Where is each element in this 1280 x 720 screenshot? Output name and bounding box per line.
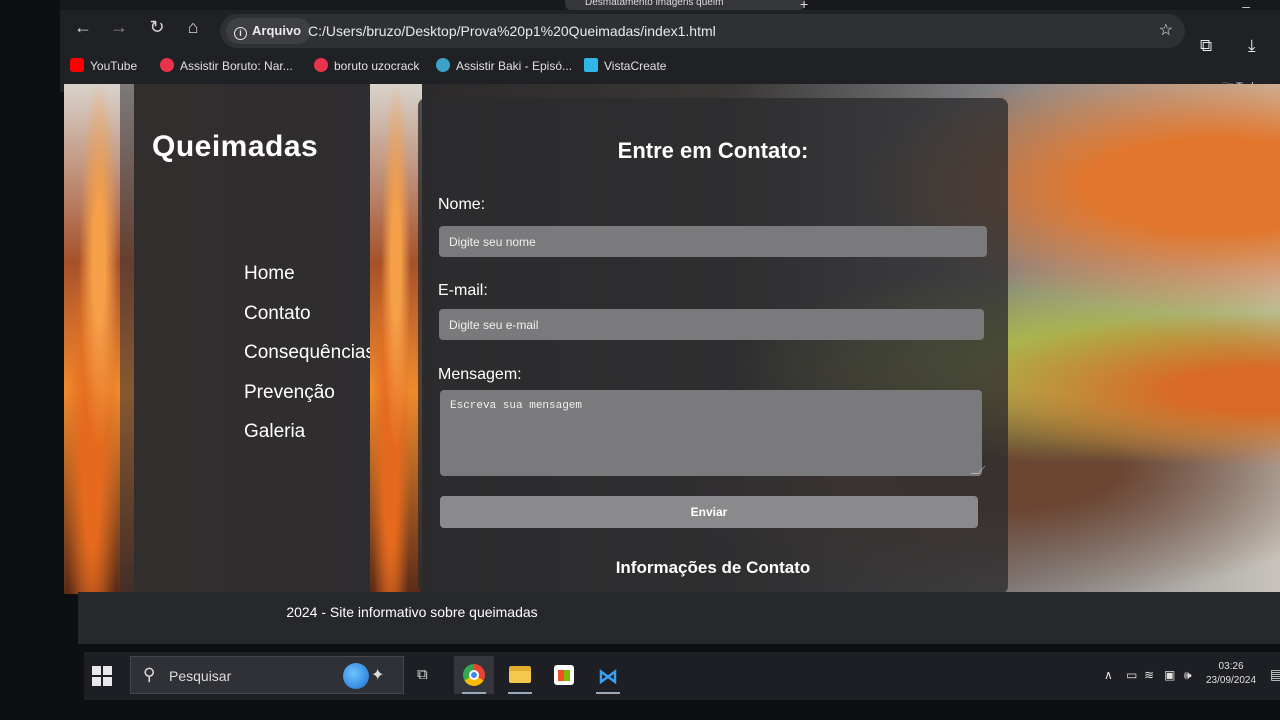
info-icon: i xyxy=(234,27,247,40)
browser-tab[interactable]: Desmatamento imagens queim xyxy=(565,0,805,10)
bookmark-label: VistaCreate xyxy=(604,59,667,73)
vscode-taskbar-app[interactable]: ⋈ xyxy=(588,656,628,694)
back-button[interactable]: ← xyxy=(70,14,96,40)
search-placeholder: Pesquisar xyxy=(169,668,232,684)
bookmark-vistacreate[interactable]: VistaCreate xyxy=(584,58,666,73)
nav-galeria[interactable]: Galeria xyxy=(244,422,375,442)
browser-window: Desmatamento imagens queim + – ← → ↻ ⌂ i… xyxy=(60,0,1280,93)
globe-icon xyxy=(343,663,369,689)
taskbar-search[interactable]: ⚲ Pesquisar ✦ xyxy=(130,656,404,694)
bookmark-label: Assistir Baki - Episó... xyxy=(456,59,573,73)
email-input[interactable] xyxy=(439,309,984,340)
bookmark-boruto[interactable]: Assistir Boruto: Nar... xyxy=(160,58,293,73)
bookmarks-bar: YouTube Assistir Boruto: Nar... boruto u… xyxy=(70,54,1280,93)
wifi-icon[interactable]: ≋ xyxy=(1144,668,1154,682)
chrome-taskbar-app[interactable] xyxy=(454,656,494,694)
home-button[interactable]: ⌂ xyxy=(180,14,206,40)
address-bar[interactable]: i Arquivo C:/Users/bruzo/Desktop/Prova%20… xyxy=(220,14,1185,48)
search-icon: ⚲ xyxy=(143,665,156,684)
speaker-icon[interactable]: 🕪 xyxy=(1184,668,1192,683)
bookmark-star-icon[interactable]: ☆ xyxy=(1159,14,1173,48)
chevron-up-icon[interactable]: ∧ xyxy=(1104,668,1113,682)
site-icon xyxy=(160,58,174,72)
bookmark-label: YouTube xyxy=(90,59,138,73)
download-icon[interactable]: ⤓ xyxy=(1248,36,1256,56)
new-tab-button[interactable]: + xyxy=(800,0,808,12)
site-icon xyxy=(314,58,328,72)
name-input[interactable] xyxy=(439,226,987,257)
email-label: E-mail: xyxy=(438,282,488,299)
page-viewport: Queimadas Home Contato Consequências Pre… xyxy=(64,84,1280,594)
task-view-icon[interactable]: ⧉ xyxy=(417,666,428,683)
reload-button[interactable]: ↻ xyxy=(144,14,170,40)
vistacreate-icon xyxy=(584,58,598,72)
network-icon[interactable]: ▣ xyxy=(1164,668,1175,682)
battery-icon[interactable]: ▭ xyxy=(1126,668,1137,682)
nav-prevencao[interactable]: Prevenção xyxy=(244,382,375,403)
explorer-taskbar-app[interactable] xyxy=(500,656,540,694)
telescope-icon: ✦ xyxy=(371,667,385,684)
message-textarea[interactable] xyxy=(440,390,982,476)
send-button[interactable]: Enviar xyxy=(440,496,978,528)
taskbar: ⚲ Pesquisar ✦ ⧉ ⋈ ∧ ▭ ≋ ▣ 🕪 03:26 23/09/… xyxy=(84,652,1280,700)
taskbar-clock[interactable]: 03:26 23/09/2024 xyxy=(1206,660,1256,688)
main-nav: Home Contato Consequências Prevenção Gal… xyxy=(244,264,375,462)
site-info-label: Arquivo xyxy=(252,23,302,38)
bookmark-label: Assistir Boruto: Nar... xyxy=(180,59,293,73)
folder-icon xyxy=(509,666,531,683)
bookmark-label: boruto uzocrack xyxy=(334,59,420,73)
bookmark-baki[interactable]: Assistir Baki - Episó... xyxy=(436,58,572,73)
site-footer: 2024 - Site informativo sobre queimadas xyxy=(78,592,1280,644)
clock-time: 03:26 xyxy=(1218,661,1244,672)
site-info-chip[interactable]: i Arquivo xyxy=(226,18,312,44)
nav-contato[interactable]: Contato xyxy=(244,303,375,324)
contact-title: Entre em Contato: xyxy=(617,138,809,163)
sidebar: Queimadas Home Contato Consequências Pre… xyxy=(120,84,375,594)
background-flames-middle xyxy=(370,84,422,594)
footer-text: 2024 - Site informativo sobre queimadas xyxy=(286,604,538,620)
store-taskbar-app[interactable] xyxy=(544,656,584,694)
contact-info-title: Informações de Contato xyxy=(615,558,811,577)
forward-button[interactable]: → xyxy=(106,14,132,40)
minimize-button[interactable]: – xyxy=(1242,0,1250,14)
extensions-icon[interactable]: ⧉ xyxy=(1200,36,1212,56)
site-logo[interactable]: Queimadas xyxy=(152,130,318,164)
tab-strip: Desmatamento imagens queim + – xyxy=(60,0,1280,14)
bookmark-boruto-uzocrack[interactable]: boruto uzocrack xyxy=(314,58,419,73)
nav-home[interactable]: Home xyxy=(244,264,375,284)
name-label: Nome: xyxy=(438,196,486,213)
url-text[interactable]: C:/Users/bruzo/Desktop/Prova%20p1%20Quei… xyxy=(308,14,716,48)
vscode-icon: ⋈ xyxy=(598,666,618,688)
nav-consequencias[interactable]: Consequências xyxy=(244,343,375,363)
contact-panel: Entre em Contato: Nome: E-mail: Mensagem… xyxy=(418,98,1008,594)
tab-title: Desmatamento imagens queim xyxy=(585,0,724,8)
youtube-icon xyxy=(70,58,84,72)
store-icon xyxy=(554,665,574,685)
chrome-icon xyxy=(463,664,485,686)
site-icon xyxy=(436,58,450,72)
windows-start-icon[interactable] xyxy=(92,666,112,686)
bookmark-youtube[interactable]: YouTube xyxy=(70,58,137,73)
clock-date: 23/09/2024 xyxy=(1206,675,1257,686)
notification-icon[interactable]: ▤ xyxy=(1270,666,1280,683)
message-label: Mensagem: xyxy=(438,366,522,383)
